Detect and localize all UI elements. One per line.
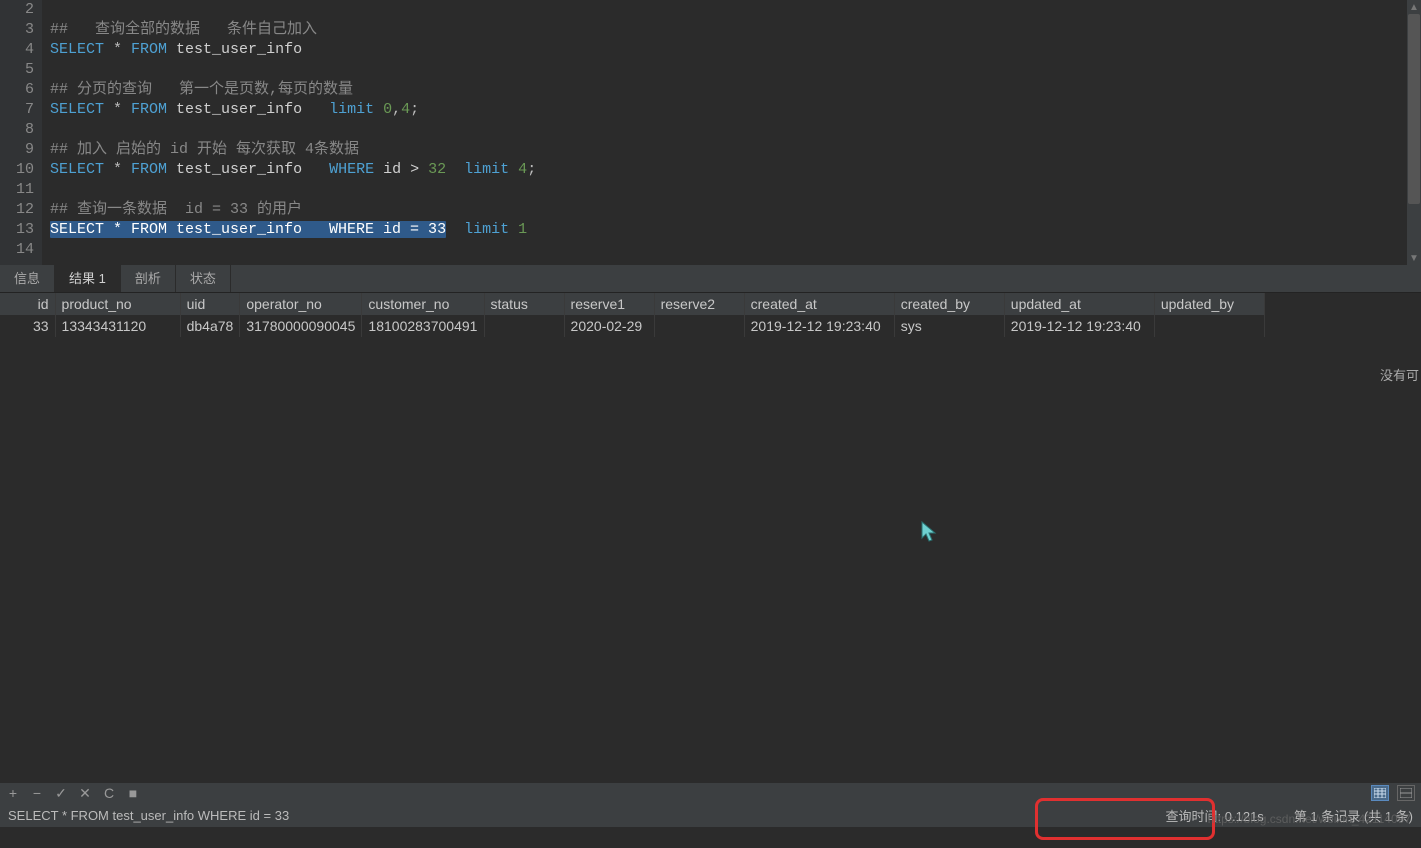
line-number: 11 xyxy=(0,180,34,200)
code-line[interactable] xyxy=(50,0,1421,20)
line-number: 10 xyxy=(0,160,34,180)
column-header-operator_no[interactable]: operator_no xyxy=(240,293,362,315)
code-line[interactable] xyxy=(50,180,1421,200)
editor-scrollbar[interactable]: ▲ ▼ xyxy=(1407,0,1421,265)
line-number: 3 xyxy=(0,20,34,40)
remove-row-button[interactable]: − xyxy=(30,785,44,801)
editor-gutter: 234567891011121314 xyxy=(0,0,42,265)
line-number: 7 xyxy=(0,100,34,120)
line-number: 5 xyxy=(0,60,34,80)
cell[interactable]: 33 xyxy=(0,315,55,337)
column-header-created_at[interactable]: created_at xyxy=(744,293,894,315)
tab-剖析[interactable]: 剖析 xyxy=(121,265,176,292)
results-toolbar: + − ✓ ✕ C ■ xyxy=(0,783,1421,803)
status-query-time: 查询时间: 0.121s xyxy=(1166,806,1264,825)
column-header-updated_by[interactable]: updated_by xyxy=(1154,293,1264,315)
column-header-updated_at[interactable]: updated_at xyxy=(1004,293,1154,315)
result-tabs: 信息结果 1剖析状态 xyxy=(0,265,1421,293)
column-header-uid[interactable]: uid xyxy=(180,293,240,315)
table-header-row: idproduct_nouidoperator_nocustomer_nosta… xyxy=(0,293,1265,315)
line-number: 4 xyxy=(0,40,34,60)
line-number: 9 xyxy=(0,140,34,160)
line-number: 6 xyxy=(0,80,34,100)
column-header-product_no[interactable]: product_no xyxy=(55,293,180,315)
cell[interactable]: 31780000090045 xyxy=(240,315,362,337)
tab-状态[interactable]: 状态 xyxy=(176,265,231,292)
form-view-icon[interactable] xyxy=(1397,785,1415,801)
results-panel: idproduct_nouidoperator_nocustomer_nosta… xyxy=(0,293,1421,783)
cell[interactable]: 2019-12-12 19:23:40 xyxy=(1004,315,1154,337)
code-line[interactable]: ## 分页的查询 第一个是页数,每页的数量 xyxy=(50,80,1421,100)
scroll-down-icon[interactable]: ▼ xyxy=(1407,251,1421,265)
column-header-reserve1[interactable]: reserve1 xyxy=(564,293,654,315)
cell[interactable] xyxy=(1154,315,1264,337)
grid-view-icon[interactable] xyxy=(1371,785,1389,801)
cell[interactable]: sys xyxy=(894,315,1004,337)
code-line[interactable]: SELECT * FROM test_user_info WHERE id = … xyxy=(50,220,1421,240)
cell[interactable]: 13343431120 xyxy=(55,315,180,337)
column-header-status[interactable]: status xyxy=(484,293,564,315)
cell[interactable]: db4a78 xyxy=(180,315,240,337)
code-line[interactable]: SELECT * FROM test_user_info WHERE id > … xyxy=(50,160,1421,180)
line-number: 2 xyxy=(0,0,34,20)
code-line[interactable]: ## 查询一条数据 id = 33 的用户 xyxy=(50,200,1421,220)
code-line[interactable]: SELECT * FROM test_user_info limit 0,4; xyxy=(50,100,1421,120)
status-record-info: 第 1 条记录 (共 1 条) xyxy=(1294,806,1413,825)
status-bar: SELECT * FROM test_user_info WHERE id = … xyxy=(0,803,1421,827)
column-header-reserve2[interactable]: reserve2 xyxy=(654,293,744,315)
editor-code-area[interactable]: ## 查询全部的数据 条件自己加入SELECT * FROM test_user… xyxy=(42,0,1421,265)
line-number: 12 xyxy=(0,200,34,220)
column-header-id[interactable]: id xyxy=(0,293,55,315)
cell[interactable] xyxy=(484,315,564,337)
cell[interactable]: 2019-12-12 19:23:40 xyxy=(744,315,894,337)
scroll-thumb[interactable] xyxy=(1408,14,1420,204)
code-line[interactable]: SELECT * FROM test_user_info xyxy=(50,40,1421,60)
line-number: 13 xyxy=(0,220,34,240)
add-row-button[interactable]: + xyxy=(6,785,20,801)
results-table[interactable]: idproduct_nouidoperator_nocustomer_nosta… xyxy=(0,293,1265,337)
stop-button[interactable]: ■ xyxy=(126,785,140,801)
sql-editor[interactable]: 234567891011121314 ## 查询全部的数据 条件自己加入SELE… xyxy=(0,0,1421,265)
cell[interactable]: 18100283700491 xyxy=(362,315,484,337)
code-line[interactable]: ## 加入 启始的 id 开始 每次获取 4条数据 xyxy=(50,140,1421,160)
cell[interactable] xyxy=(654,315,744,337)
cancel-button[interactable]: ✕ xyxy=(78,785,92,802)
column-header-customer_no[interactable]: customer_no xyxy=(362,293,484,315)
tab-结果 1[interactable]: 结果 1 xyxy=(55,265,121,292)
refresh-button[interactable]: C xyxy=(102,785,116,801)
tab-信息[interactable]: 信息 xyxy=(0,265,55,292)
code-line[interactable] xyxy=(50,240,1421,260)
column-header-created_by[interactable]: created_by xyxy=(894,293,1004,315)
line-number: 8 xyxy=(0,120,34,140)
code-line[interactable] xyxy=(50,60,1421,80)
code-line[interactable] xyxy=(50,120,1421,140)
cell[interactable]: 2020-02-29 xyxy=(564,315,654,337)
apply-button[interactable]: ✓ xyxy=(54,785,68,802)
line-number: 14 xyxy=(0,240,34,260)
results-side-text: 没有可 xyxy=(1380,365,1419,384)
table-row[interactable]: 3313343431120db4a78317800000900451810028… xyxy=(0,315,1265,337)
scroll-up-icon[interactable]: ▲ xyxy=(1407,0,1421,14)
code-line[interactable]: ## 查询全部的数据 条件自己加入 xyxy=(50,20,1421,40)
status-sql-text: SELECT * FROM test_user_info WHERE id = … xyxy=(8,808,289,823)
